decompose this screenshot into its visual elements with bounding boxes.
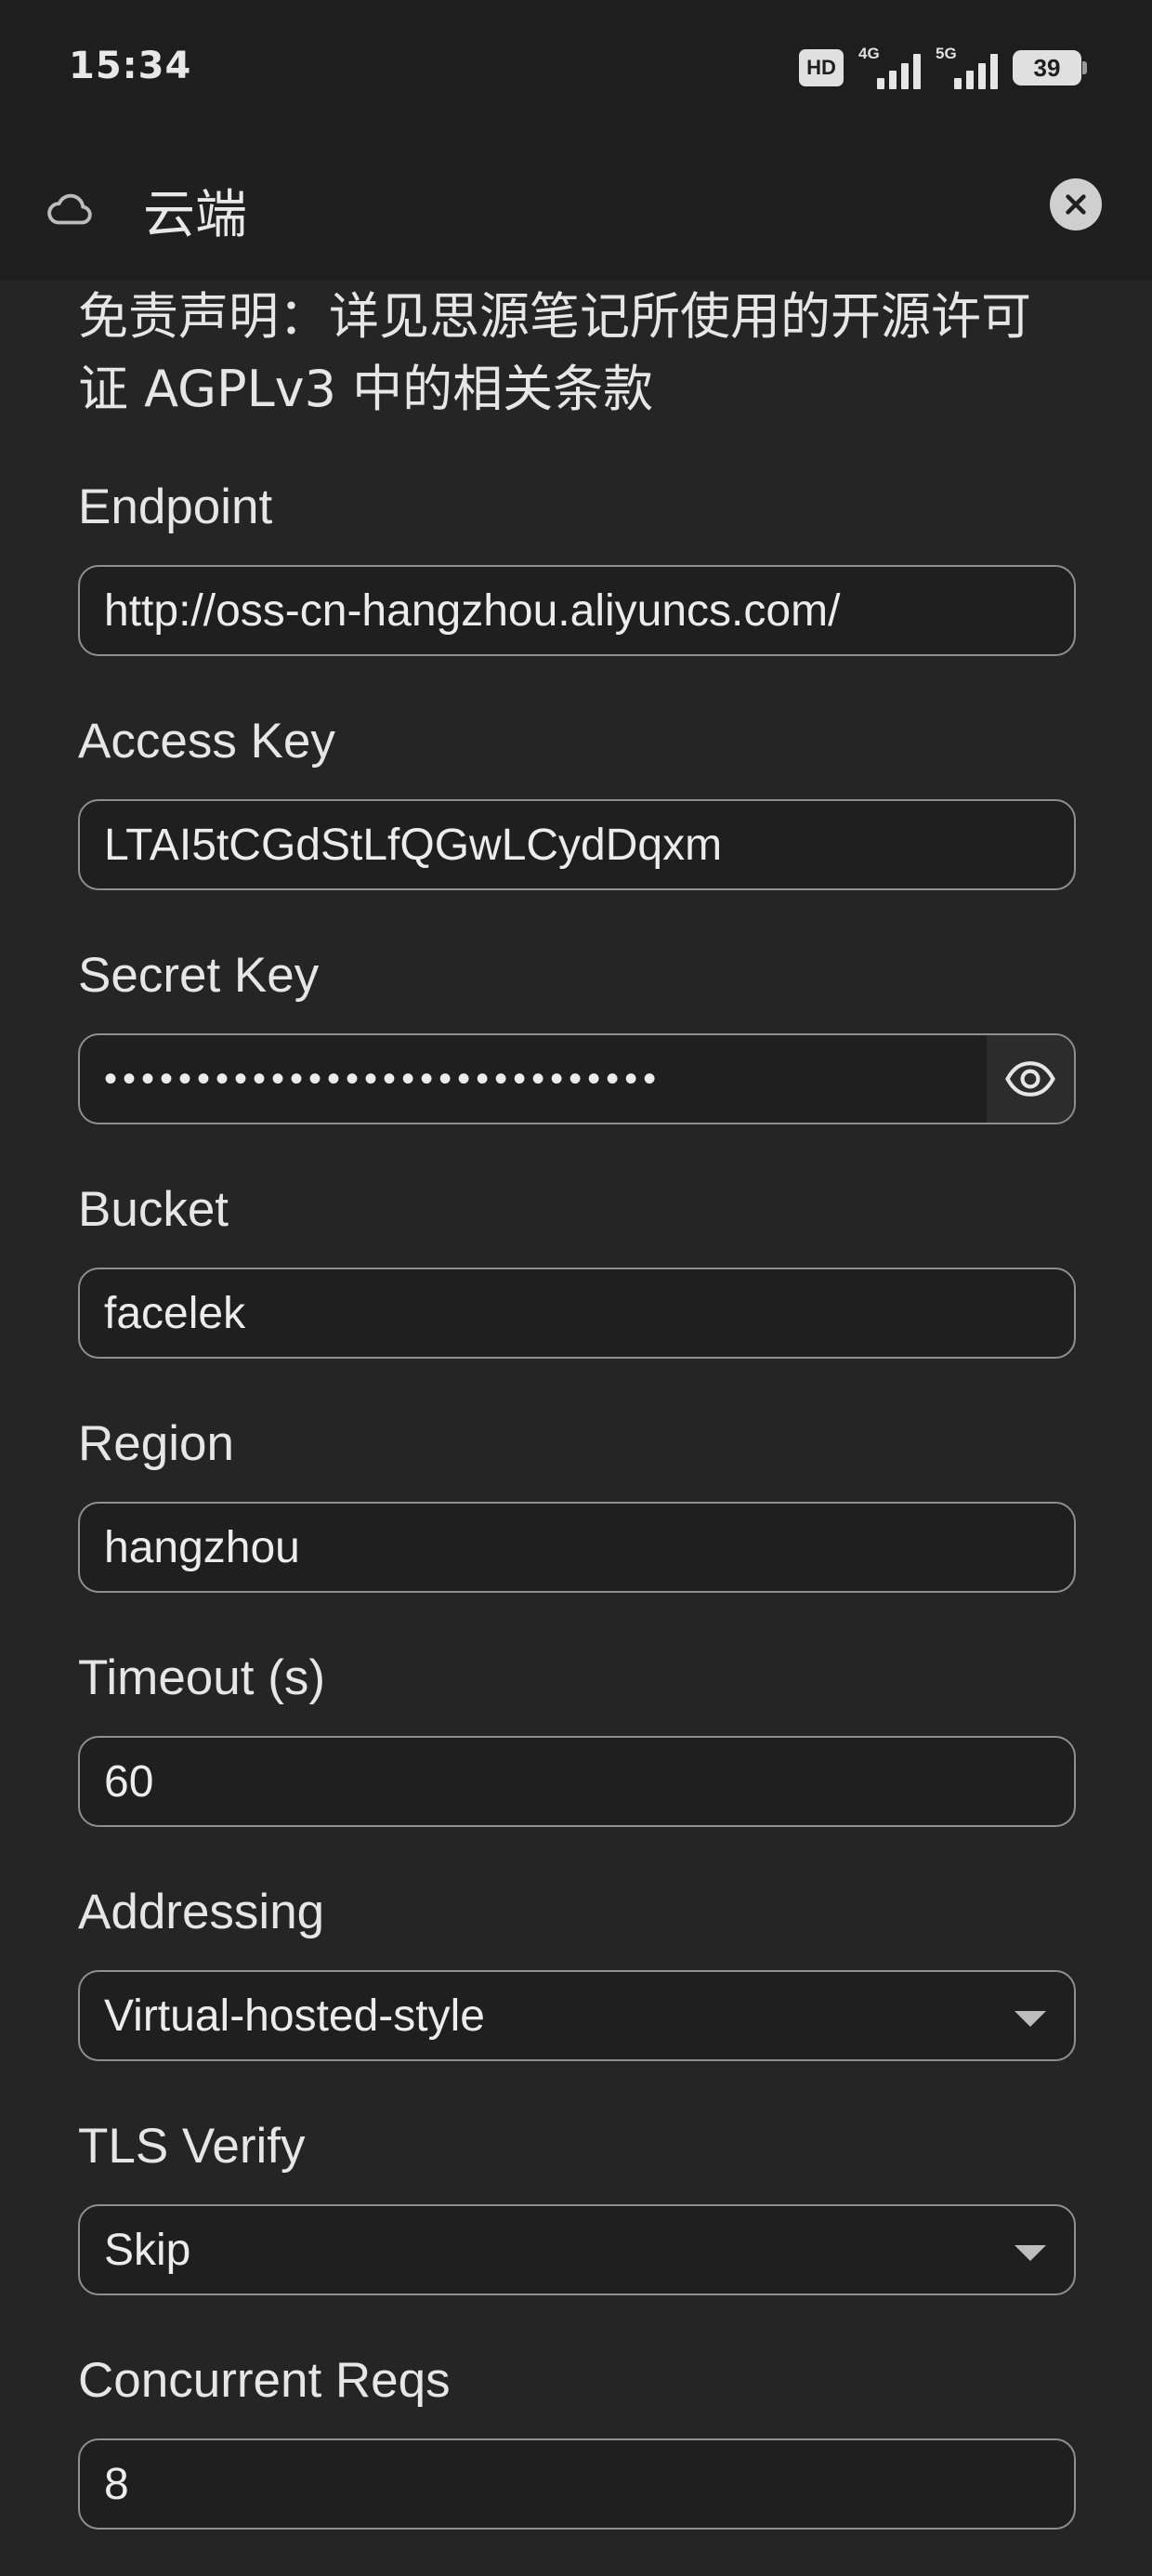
access-key-input[interactable]: [80, 819, 1074, 871]
region-input[interactable]: [80, 1521, 1074, 1573]
access-key-label: Access Key: [78, 714, 335, 769]
dropdown-arrow-icon: [1015, 2245, 1046, 2261]
status-time: 15:34: [69, 45, 192, 87]
signal-5g-icon: 5G: [936, 45, 998, 89]
close-icon: [1066, 194, 1086, 215]
timeout-label: Timeout (s): [78, 1650, 326, 1705]
hd-icon: HD: [799, 49, 844, 86]
timeout-field-container: [78, 1736, 1076, 1827]
concurrent-reqs-label: Concurrent Reqs: [78, 2353, 451, 2408]
concurrent-reqs-input[interactable]: [80, 2458, 1074, 2510]
bucket-input[interactable]: [80, 1287, 1074, 1339]
timeout-input[interactable]: [80, 1755, 1074, 1807]
network-4g-label: 4G: [858, 45, 880, 62]
eye-icon: [1005, 1061, 1055, 1097]
dialog-header: 云端: [0, 139, 1152, 281]
network-5g-label: 5G: [936, 45, 957, 62]
tls-verify-selected-value: Skip: [104, 2225, 191, 2275]
secret-key-input[interactable]: ••••••••••••••••••••••••••••••: [80, 1058, 1074, 1100]
signal-4g-icon: 4G: [858, 45, 921, 89]
addressing-selected-value: Virtual-hosted-style: [104, 1991, 485, 2041]
bucket-field-container: [78, 1268, 1076, 1359]
concurrent-reqs-field-container: [78, 2438, 1076, 2530]
endpoint-label: Endpoint: [78, 480, 273, 534]
close-button[interactable]: [1050, 178, 1102, 230]
dialog-title: 云端: [143, 185, 247, 245]
settings-form: 免责声明：详见思源笔记所使用的开源许可证 AGPLv3 中的相关条款 Endpo…: [78, 281, 1076, 2530]
endpoint-input[interactable]: [80, 585, 1074, 637]
endpoint-field-container: [78, 565, 1076, 656]
bucket-label: Bucket: [78, 1182, 229, 1237]
access-key-field-container: [78, 799, 1076, 890]
tls-verify-select[interactable]: Skip: [78, 2204, 1076, 2295]
secret-key-label: Secret Key: [78, 948, 320, 1003]
toggle-visibility-button[interactable]: [987, 1035, 1074, 1123]
battery-icon: 39: [1013, 50, 1087, 85]
cloud-icon: [47, 193, 92, 225]
status-bar: 15:34 HD 4G 5G 39: [0, 0, 1152, 139]
disclaimer-text: 免责声明：详见思源笔记所使用的开源许可证 AGPLv3 中的相关条款: [78, 287, 1031, 418]
region-field-container: [78, 1502, 1076, 1593]
dropdown-arrow-icon: [1015, 2011, 1046, 2027]
secret-key-field-container: ••••••••••••••••••••••••••••••: [78, 1033, 1076, 1124]
region-label: Region: [78, 1416, 234, 1471]
tls-verify-label: TLS Verify: [78, 2119, 306, 2174]
addressing-label: Addressing: [78, 1885, 325, 1939]
addressing-select[interactable]: Virtual-hosted-style: [78, 1970, 1076, 2061]
status-icons: HD 4G 5G 39: [799, 45, 1087, 89]
